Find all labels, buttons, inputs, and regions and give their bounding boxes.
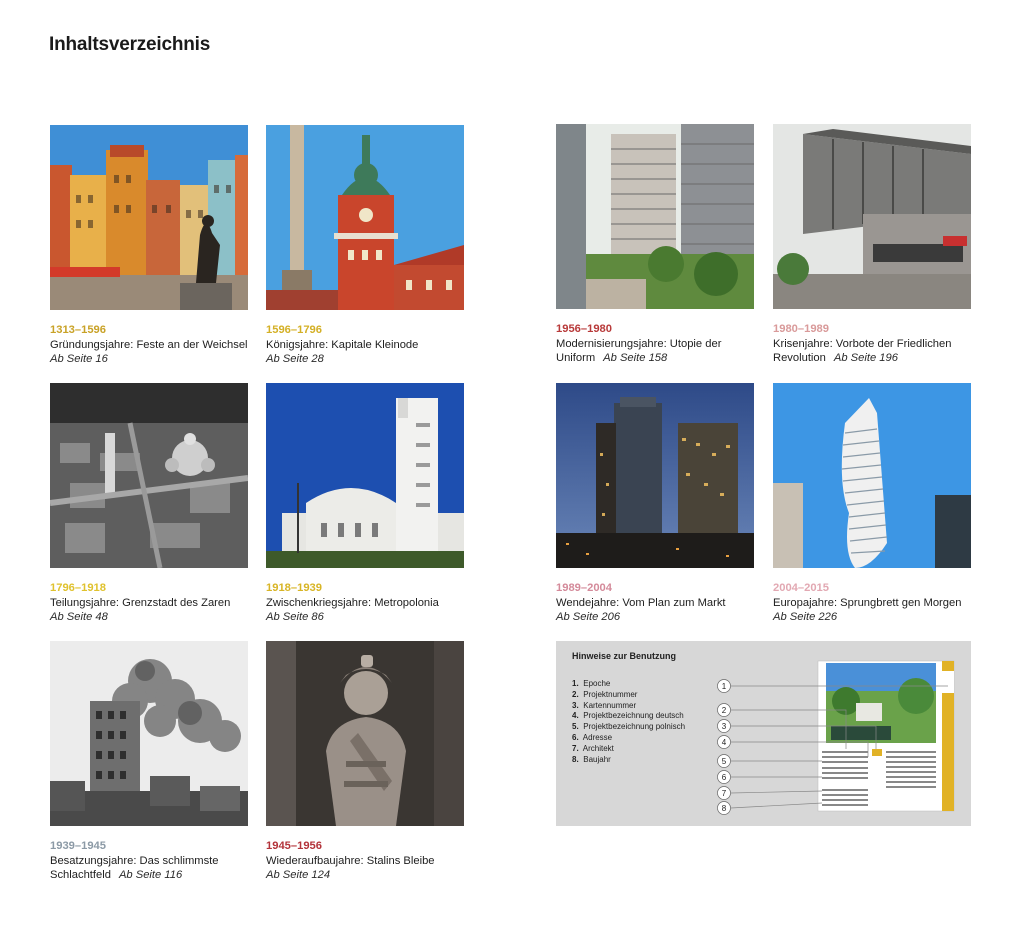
photo-worker-sculpture: [266, 641, 464, 826]
photo-white-building: [266, 383, 464, 568]
epoch-title: Europajahre: Sprungbrett gen Morgen: [773, 596, 962, 609]
page-reference[interactable]: Ab Seite 86: [266, 611, 324, 623]
epoch-title: Besatzungsjahre: Das schlimmste: [50, 854, 219, 867]
callout-number: 5: [722, 757, 727, 766]
photo-brutalist-building: [773, 124, 971, 309]
epoch-years: 1939–1945: [50, 840, 106, 852]
page-reference[interactable]: Ab Seite 116: [119, 869, 182, 881]
page-reference[interactable]: Ab Seite 196: [834, 352, 898, 364]
callout-number: 4: [722, 738, 727, 747]
epoch-years: 1956–1980: [556, 323, 612, 335]
epoch-title: Teilungsjahre: Grenzstadt des Zaren: [50, 596, 231, 609]
epoch-title: Modernisierungsjahre: Utopie der: [556, 337, 722, 350]
page-reference[interactable]: Ab Seite 124: [266, 869, 330, 881]
callout-number: 8: [722, 804, 727, 813]
epoch-card-1313[interactable]: 1313–1596 Gründungsjahre: Feste an der W…: [50, 125, 248, 367]
callout-number: 2: [722, 706, 727, 715]
page-reference[interactable]: Ab Seite 16: [50, 353, 108, 365]
epoch-years: 1945–1956: [266, 840, 322, 852]
photo-war-explosion: [50, 641, 248, 826]
callout-number: 7: [722, 789, 727, 798]
page-layout-diagram: 1 2 3 4 5 6 7 8: [717, 660, 955, 815]
epoch-years: 2004–2015: [773, 582, 829, 594]
callout-number: 6: [722, 773, 727, 782]
epoch-title: Krisenjahre: Vorbote der Friedlichen: [773, 337, 952, 350]
page-reference[interactable]: Ab Seite 48: [50, 611, 108, 623]
photo-aerial-city: [50, 383, 248, 568]
epoch-title-continued: Schlachtfeld: [50, 869, 111, 881]
epoch-title: Wiederaufbaujahre: Stalins Bleibe: [266, 854, 435, 867]
epoch-title-continued: Uniform: [556, 352, 596, 364]
photo-night-skyline: [556, 383, 754, 568]
page-reference[interactable]: Ab Seite 28: [266, 353, 324, 365]
epoch-title-continued: Revolution: [773, 352, 826, 364]
page-title: Inhaltsverzeichnis: [49, 34, 211, 55]
page-reference[interactable]: Ab Seite 206: [556, 611, 620, 623]
epoch-card-1956[interactable]: 1956–1980 Modernisierungsjahre: Utopie d…: [556, 124, 754, 366]
epoch-title: Königsjahre: Kapitale Kleinode: [266, 338, 419, 351]
epoch-years: 1980–1989: [773, 323, 829, 335]
usage-hints-panel: Hinweise zur Benutzung 1. Epoche 2. Proj…: [556, 641, 971, 826]
photo-old-town: [50, 125, 248, 310]
callout-markers: 1 2 3 4 5 6 7 8: [717, 679, 731, 815]
epoch-years: 1989–2004: [556, 582, 612, 594]
epoch-card-1945[interactable]: 1945–1956 Wiederaufbaujahre: Stalins Ble…: [266, 641, 464, 883]
epoch-card-1989[interactable]: 1989–2004 Wendejahre: Vom Plan zum Markt…: [556, 383, 754, 625]
epoch-card-1918[interactable]: 1918–1939 Zwischenkriegsjahre: Metropolo…: [266, 383, 464, 625]
epoch-card-2004[interactable]: 2004–2015 Europajahre: Sprungbrett gen M…: [773, 383, 971, 625]
epoch-card-1939[interactable]: 1939–1945 Besatzungsjahre: Das schlimmst…: [50, 641, 248, 883]
callout-number: 3: [722, 722, 727, 731]
epoch-card-1596[interactable]: 1596–1796 Königsjahre: Kapitale Kleinode…: [266, 125, 464, 367]
epoch-years: 1313–1596: [50, 324, 106, 336]
epoch-title: Wendejahre: Vom Plan zum Markt: [556, 596, 726, 609]
epoch-card-1796[interactable]: 1796–1918 Teilungsjahre: Grenzstadt des …: [50, 383, 248, 625]
epoch-years: 1796–1918: [50, 582, 106, 594]
epoch-years: 1596–1796: [266, 324, 322, 336]
page-reference[interactable]: Ab Seite 158: [603, 352, 667, 364]
photo-royal-castle: [266, 125, 464, 310]
epoch-title: Gründungsjahre: Feste an der Weichsel: [50, 338, 248, 351]
photo-twisted-tower: [773, 383, 971, 568]
photo-modernist-towers: [556, 124, 754, 309]
callout-number: 1: [722, 682, 727, 691]
page-reference[interactable]: Ab Seite 226: [773, 611, 837, 623]
epoch-years: 1918–1939: [266, 582, 322, 594]
epoch-title: Zwischenkriegsjahre: Metropolonia: [266, 596, 439, 609]
epoch-card-1980[interactable]: 1980–1989 Krisenjahre: Vorbote der Fried…: [773, 124, 971, 366]
